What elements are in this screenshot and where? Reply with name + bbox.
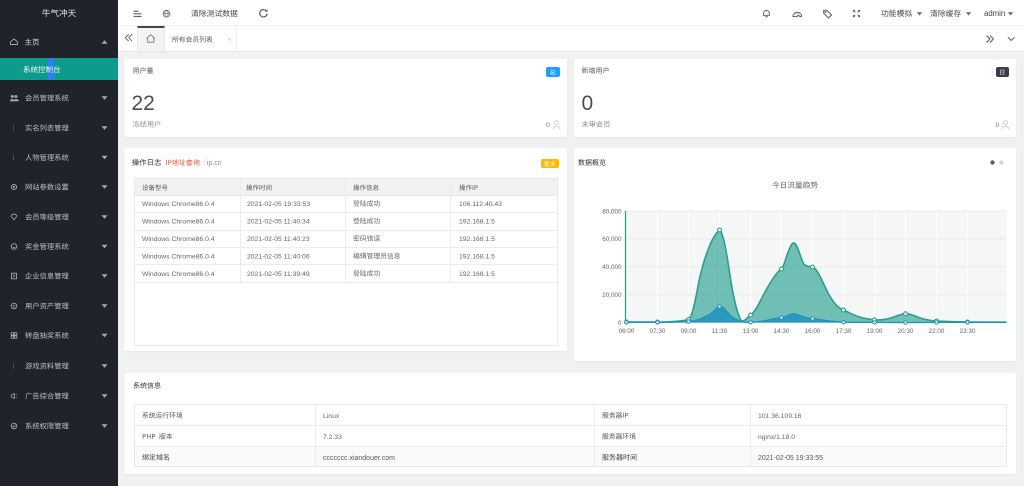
- svg-text:106.112.40.43: 106.112.40.43: [459, 201, 502, 208]
- svg-text:80,000: 80,000: [602, 208, 622, 215]
- svg-text:101.36.109.16: 101.36.109.16: [758, 413, 802, 420]
- svg-text:192.168.1.5: 192.168.1.5: [459, 271, 495, 278]
- svg-text:17:30: 17:30: [836, 328, 852, 335]
- svg-text:20:30: 20:30: [898, 328, 914, 335]
- svg-text:14:30: 14:30: [774, 328, 790, 335]
- svg-text:2021-02-05 11:40:23: 2021-02-05 11:40:23: [247, 236, 310, 243]
- svg-text:Windows Chrome86.0.4: Windows Chrome86.0.4: [142, 201, 215, 208]
- svg-text:2021-02-05 19:33:55: 2021-02-05 19:33:55: [758, 455, 823, 462]
- svg-text:0: 0: [546, 122, 550, 129]
- svg-text:192.168.1.5: 192.168.1.5: [459, 218, 495, 225]
- svg-text:22:00: 22:00: [929, 328, 945, 335]
- svg-text:06:00: 06:00: [619, 328, 635, 335]
- svg-text:2021-02-05 19:33:53: 2021-02-05 19:33:53: [247, 201, 310, 208]
- svg-text:2021-02-05 11:40:06: 2021-02-05 11:40:06: [247, 253, 310, 260]
- svg-text:Windows Chrome86.0.4: Windows Chrome86.0.4: [142, 271, 215, 278]
- svg-text:09:00: 09:00: [681, 328, 697, 335]
- svg-text:7.2.33: 7.2.33: [323, 434, 342, 441]
- svg-text:22: 22: [132, 92, 155, 115]
- svg-text:192.168.1.5: 192.168.1.5: [459, 253, 495, 260]
- svg-text:60,000: 60,000: [602, 236, 622, 243]
- svg-text:20,000: 20,000: [602, 292, 622, 299]
- svg-text:2021-02-05 11:39:49: 2021-02-05 11:39:49: [247, 271, 310, 278]
- svg-text:0: 0: [582, 92, 594, 115]
- svg-text:16:00: 16:00: [805, 328, 821, 335]
- svg-text:07:30: 07:30: [650, 328, 666, 335]
- svg-text:admin: admin: [984, 9, 1005, 18]
- svg-text:23:30: 23:30: [960, 328, 976, 335]
- svg-text:192.168.1.5: 192.168.1.5: [459, 236, 495, 243]
- svg-text:Windows Chrome86.0.4: Windows Chrome86.0.4: [142, 218, 215, 225]
- svg-text:Linux: Linux: [323, 413, 340, 420]
- svg-text:19:00: 19:00: [867, 328, 883, 335]
- svg-text:0: 0: [618, 320, 622, 327]
- svg-text:ccccccc.xiandouer.com: ccccccc.xiandouer.com: [323, 455, 395, 462]
- svg-text:2021-02-05 11:40:34: 2021-02-05 11:40:34: [247, 218, 310, 225]
- svg-text:Windows Chrome86.0.4: Windows Chrome86.0.4: [142, 253, 215, 260]
- svg-text:0: 0: [996, 122, 1000, 129]
- svg-text:Windows Chrome86.0.4: Windows Chrome86.0.4: [142, 236, 215, 243]
- svg-text:: ip.cn: : ip.cn: [203, 160, 222, 167]
- svg-text:×: ×: [228, 37, 232, 44]
- svg-text:13:00: 13:00: [743, 328, 759, 335]
- svg-text:40,000: 40,000: [602, 264, 622, 271]
- svg-text:nginx/1.18.0: nginx/1.18.0: [758, 434, 795, 441]
- svg-text:11:30: 11:30: [712, 328, 728, 335]
